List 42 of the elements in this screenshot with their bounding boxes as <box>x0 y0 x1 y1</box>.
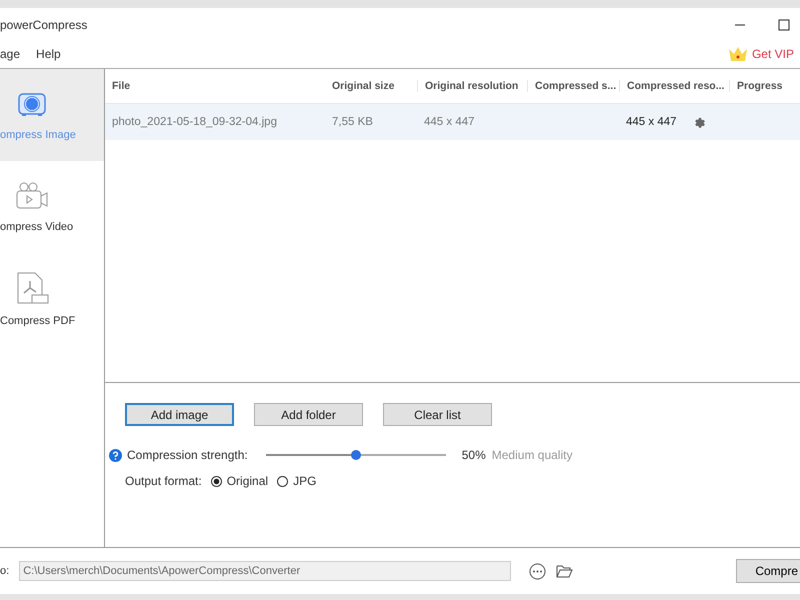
radio-button[interactable] <box>277 476 288 486</box>
compression-label: Compression strength: <box>127 448 248 462</box>
column-header[interactable]: Original resolution <box>417 80 527 92</box>
radio-button[interactable] <box>210 476 222 486</box>
percent-value: 50% <box>462 448 486 462</box>
more-icon[interactable] <box>529 562 546 580</box>
radio-label[interactable]: JPG <box>293 474 316 488</box>
video-camera-icon <box>14 181 50 211</box>
output-path-field[interactable]: C:\Users\merch\Documents\ApowerCompress\Converter <box>19 561 512 581</box>
sidebar-item[interactable]: Compress PDF <box>0 253 104 345</box>
column-header[interactable]: Compressed reso... <box>619 80 729 92</box>
action-button[interactable]: Add folder <box>254 403 363 426</box>
menu-item[interactable]: age <box>0 47 20 61</box>
output-label: o: <box>0 565 10 577</box>
table-cell: photo_2021-05-18_09-32-04.jpg <box>112 116 277 128</box>
window-title: powerCompress <box>0 18 88 32</box>
column-header[interactable]: Original size <box>325 80 417 92</box>
sidebar-label: ompress Video <box>0 221 74 233</box>
column-header[interactable]: Progress <box>729 80 789 92</box>
action-button[interactable]: Clear list <box>383 403 492 426</box>
quality-label: Medium quality <box>492 448 572 462</box>
sidebar-label: Compress PDF <box>0 315 76 327</box>
sidebar-label: ompress Image <box>0 129 76 141</box>
table-cell: 445 x 447 <box>626 116 677 128</box>
action-button[interactable]: Add image <box>125 403 234 426</box>
table-row[interactable]: photo_2021-05-18_09-32-04.jpg 7,55 KB 445 x 447 445 x 447 <box>105 104 800 140</box>
compress-button[interactable]: Compre <box>736 559 800 583</box>
table-cell: 7,55 KB <box>332 116 373 128</box>
get-vip-link[interactable]: Get VIP <box>752 47 800 61</box>
column-header[interactable]: Compressed s... <box>527 80 619 92</box>
help-icon[interactable] <box>109 448 122 462</box>
folder-icon[interactable] <box>556 564 574 578</box>
column-header[interactable]: File <box>105 80 325 92</box>
maximize-icon[interactable] <box>778 19 790 31</box>
sidebar-item[interactable]: ompress Video <box>0 161 104 253</box>
radio-label[interactable]: Original <box>226 474 268 488</box>
output-format-label: Output format: <box>125 474 202 488</box>
settings-icon[interactable] <box>692 116 706 128</box>
pdf-file-icon <box>15 271 49 305</box>
crown-icon <box>728 46 748 62</box>
menu-item[interactable]: Help <box>36 47 61 61</box>
table-cell: 445 x 447 <box>424 116 475 128</box>
